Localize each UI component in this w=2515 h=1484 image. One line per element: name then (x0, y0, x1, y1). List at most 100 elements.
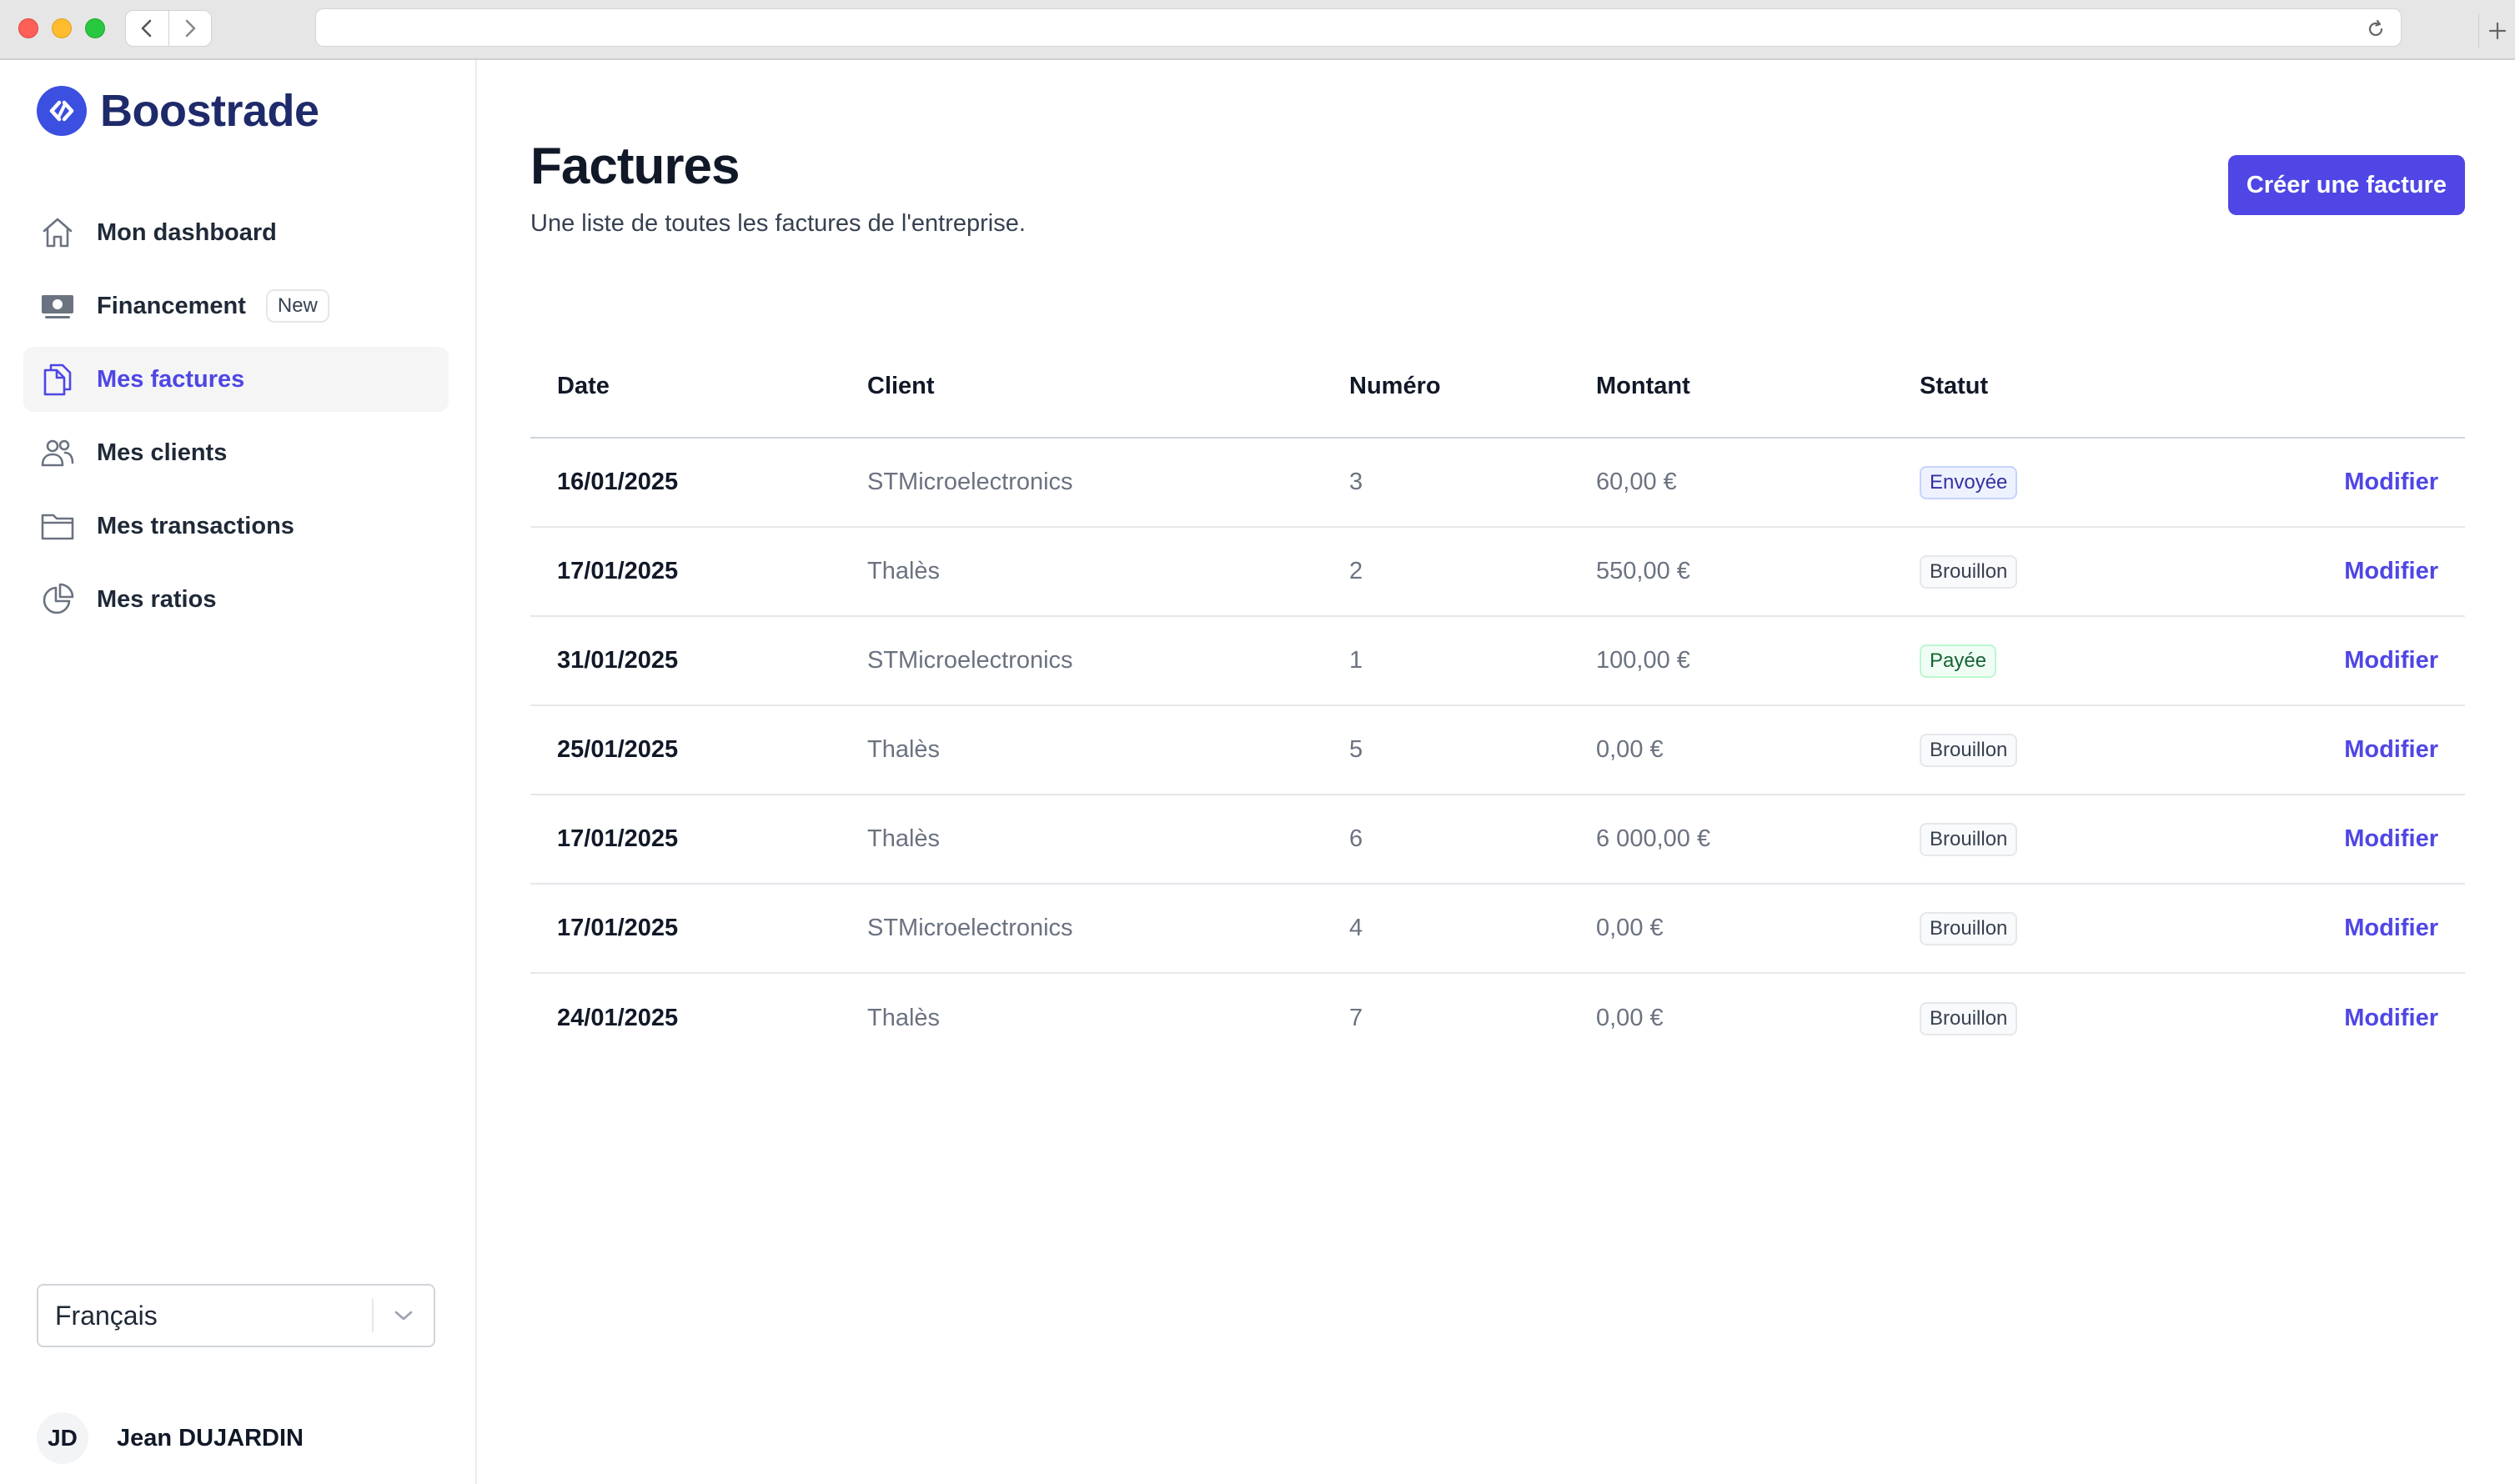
sidebar-item-dashboard[interactable]: Mon dashboard (23, 200, 449, 265)
sidebar-item-label: Mon dashboard (97, 218, 277, 246)
modify-link[interactable]: Modifier (2344, 1005, 2438, 1031)
column-header-client: Client (867, 372, 935, 399)
close-window-button[interactable] (18, 18, 38, 38)
cell-amount: 0,00 € (1596, 1005, 1664, 1031)
status-badge: Brouillon (1920, 911, 2018, 945)
table-row: 17/01/2025 STMicroelectronics 4 0,00 € Broui… (530, 885, 2465, 974)
cell-status: Brouillon (1920, 822, 2270, 856)
cell-number: 3 (1349, 469, 1363, 495)
cell-status: Brouillon (1920, 554, 2270, 589)
documents-icon (38, 360, 77, 399)
avatar: JD (37, 1412, 88, 1464)
sidebar-item-financement[interactable]: Financement New (23, 273, 449, 338)
language-select[interactable]: Français (37, 1284, 435, 1347)
chevron-down-icon[interactable] (374, 1309, 434, 1322)
page-subtitle: Une liste de toutes les factures de l'en… (530, 210, 1026, 237)
cell-client: STMicroelectronics (867, 469, 1073, 495)
table-row: 17/01/2025 Thalès 2 550,00 € Brouillon Modifi… (530, 528, 2465, 617)
language-value: Français (55, 1300, 158, 1331)
chevron-right-icon (185, 19, 196, 38)
sidebar-item-transactions[interactable]: Mes transactions (23, 494, 449, 559)
plus-icon (2488, 22, 2506, 40)
column-header-date: Date (557, 372, 610, 399)
cell-client: STMicroelectronics (867, 915, 1073, 941)
users-icon (38, 434, 77, 472)
minimize-window-button[interactable] (52, 18, 72, 38)
cell-date: 17/01/2025 (557, 558, 679, 584)
modify-link[interactable]: Modifier (2344, 825, 2438, 852)
cell-amount: 6 000,00 € (1596, 825, 1711, 852)
cell-date: 31/01/2025 (557, 647, 679, 674)
cell-number: 4 (1349, 915, 1363, 941)
cell-amount: 60,00 € (1596, 469, 1677, 495)
sidebar-nav: Mon dashboard Financement New Mes factur… (23, 200, 449, 640)
cell-action: Modifier (2270, 736, 2465, 764)
cell-action: Modifier (2270, 469, 2465, 496)
main-content: Factures Une liste de toutes les facture… (479, 60, 2515, 1484)
sidebar-item-label: Mes factures (97, 365, 245, 393)
page-title: Factures (530, 138, 740, 195)
sidebar-item-ratios[interactable]: Mes ratios (23, 567, 449, 632)
column-header-status: Statut (1920, 372, 1989, 399)
banknotes-icon (38, 287, 77, 325)
browser-toolbar (0, 0, 2515, 60)
status-badge: Brouillon (1920, 554, 2018, 589)
chevron-left-icon (141, 19, 152, 38)
cell-status: Brouillon (1920, 911, 2270, 945)
cell-client: Thalès (867, 825, 941, 852)
zoom-window-button[interactable] (85, 18, 105, 38)
new-tab-button[interactable] (2478, 13, 2515, 48)
cell-number: 1 (1349, 647, 1363, 674)
cell-number: 5 (1349, 736, 1363, 763)
table-header: Date Client Numéro Montant Statut (530, 335, 2465, 439)
status-badge: Payée (1920, 644, 1997, 678)
home-icon (38, 213, 77, 252)
table-row: 25/01/2025 Thalès 5 0,00 € Brouillon Modifier (530, 706, 2465, 795)
status-badge: Brouillon (1920, 733, 2018, 767)
new-badge: New (265, 289, 329, 323)
back-button[interactable] (126, 11, 168, 46)
reload-icon[interactable] (2366, 19, 2386, 43)
user-profile[interactable]: JD Jean DUJARDIN (37, 1412, 304, 1464)
modify-link[interactable]: Modifier (2344, 736, 2438, 763)
modify-link[interactable]: Modifier (2344, 647, 2438, 674)
cell-status: Brouillon (1920, 1001, 2270, 1035)
invoices-table: Date Client Numéro Montant Statut 16/01/… (530, 335, 2465, 1063)
status-badge: Envoyée (1920, 465, 2018, 499)
table-row: 17/01/2025 Thalès 6 6 000,00 € Brouillon Modi… (530, 795, 2465, 885)
sidebar-item-label: Mes transactions (97, 512, 294, 539)
cell-client: Thalès (867, 1005, 941, 1031)
brand-name: Boostrade (100, 86, 319, 136)
modify-link[interactable]: Modifier (2344, 915, 2438, 941)
status-badge: Brouillon (1920, 822, 2018, 856)
cell-client: Thalès (867, 736, 941, 763)
forward-button[interactable] (168, 11, 212, 46)
cell-number: 2 (1349, 558, 1363, 584)
status-badge: Brouillon (1920, 1001, 2018, 1035)
cell-amount: 0,00 € (1596, 915, 1664, 941)
boostrade-logo-icon (37, 86, 87, 136)
cell-amount: 0,00 € (1596, 736, 1664, 763)
cell-action: Modifier (2270, 825, 2465, 853)
sidebar-item-factures[interactable]: Mes factures (23, 347, 449, 412)
table-row: 31/01/2025 STMicroelectronics 1 100,00 € Pay… (530, 617, 2465, 706)
pie-chart-icon (38, 580, 77, 619)
cell-action: Modifier (2270, 558, 2465, 585)
sidebar: Boostrade Mon dashboard Financement New … (0, 60, 477, 1484)
brand-logo[interactable]: Boostrade (37, 85, 319, 137)
sidebar-item-label: Financement (97, 292, 246, 319)
cell-client: Thalès (867, 558, 941, 584)
cell-status: Brouillon (1920, 733, 2270, 767)
cell-action: Modifier (2270, 647, 2465, 674)
cell-status: Envoyée (1920, 465, 2270, 499)
sidebar-item-label: Mes ratios (97, 585, 217, 613)
table-row: 16/01/2025 STMicroelectronics 3 60,00 € Envo… (530, 439, 2465, 528)
create-invoice-button[interactable]: Créer une facture (2228, 155, 2465, 215)
sidebar-item-label: Mes clients (97, 439, 228, 466)
cell-status: Payée (1920, 644, 2270, 678)
address-bar[interactable] (315, 8, 2402, 47)
column-header-amount: Montant (1596, 372, 1690, 399)
sidebar-item-clients[interactable]: Mes clients (23, 420, 449, 485)
modify-link[interactable]: Modifier (2344, 469, 2438, 495)
modify-link[interactable]: Modifier (2344, 558, 2438, 584)
